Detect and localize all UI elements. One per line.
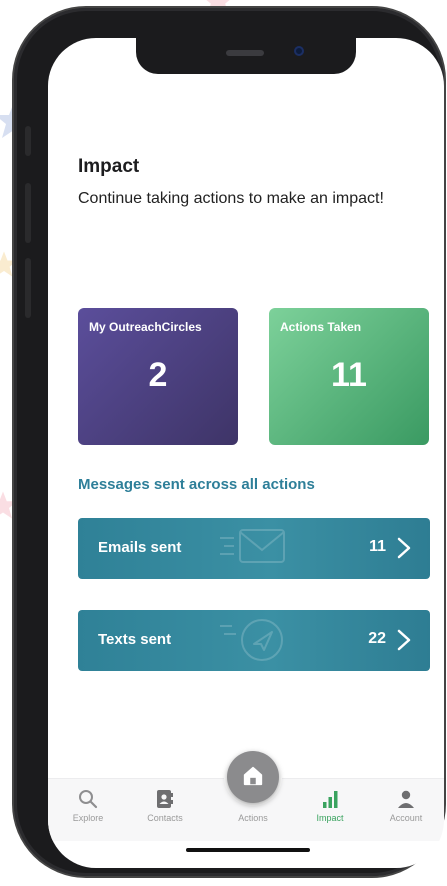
actions-taken-card[interactable]: Actions Taken 11 [269, 308, 429, 445]
card-label: Actions Taken [280, 320, 362, 334]
emails-sent-row[interactable]: Emails sent 11 [78, 518, 430, 579]
texts-sent-label: Texts sent [98, 631, 172, 648]
messages-heading: Messages sent across all actions [78, 476, 315, 493]
email-icon [220, 529, 285, 563]
tab-label: Account [389, 813, 423, 823]
tab-contacts[interactable]: Contacts [130, 779, 200, 841]
bar-chart-icon [323, 791, 338, 808]
person-icon [398, 790, 414, 808]
volume-up-button [25, 183, 31, 243]
contacts-icon [157, 790, 173, 808]
volume-down-button [25, 258, 31, 318]
tab-label: Impact [316, 813, 344, 823]
tab-label: Explore [72, 813, 104, 823]
app-screen: Impact Continue taking actions to make a… [48, 38, 444, 868]
card-value: 11 [331, 356, 367, 394]
home-indicator [186, 848, 310, 852]
tab-label: Actions [238, 813, 268, 823]
search-icon [79, 790, 98, 809]
mute-switch [25, 126, 31, 156]
chevron-right-icon [397, 629, 411, 651]
camera [294, 46, 304, 56]
chevron-right-icon [397, 537, 411, 559]
outreach-circles-card[interactable]: My OutreachCircles 2 [78, 308, 238, 445]
phone-frame: Impact Continue taking actions to make a… [14, 8, 444, 876]
tab-impact[interactable]: Impact [295, 779, 365, 841]
card-label: My OutreachCircles [89, 320, 202, 334]
send-message-icon [220, 619, 283, 661]
texts-sent-value: 22 [368, 630, 386, 647]
tab-label: Contacts [147, 813, 183, 823]
tab-account[interactable]: Account [371, 779, 441, 841]
emails-sent-value: 11 [369, 538, 386, 555]
emails-sent-label: Emails sent [98, 539, 182, 556]
actions-home-button[interactable] [227, 751, 279, 803]
texts-sent-row[interactable]: Texts sent 22 [78, 610, 430, 671]
card-value: 2 [148, 356, 168, 394]
tab-explore[interactable]: Explore [53, 779, 123, 841]
page-subtitle: Continue taking actions to make an impac… [78, 190, 384, 207]
page-title: Impact [78, 156, 140, 177]
home-icon [243, 766, 263, 786]
notch [136, 38, 356, 74]
speaker [226, 50, 264, 56]
